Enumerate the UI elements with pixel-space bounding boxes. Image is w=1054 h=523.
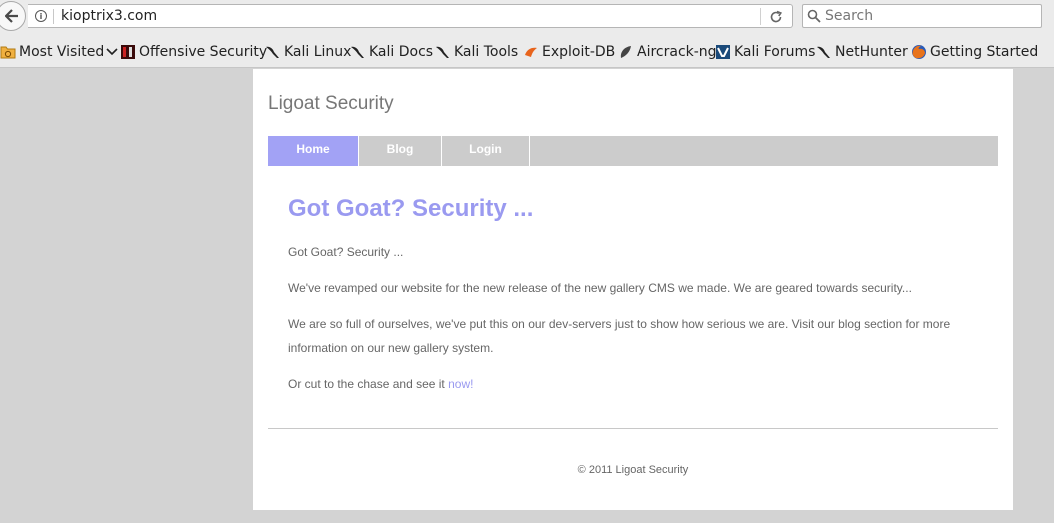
bookmarks-toolbar: Most Visited Offensive Security Kali Lin…: [0, 34, 1054, 68]
footer-divider: [268, 428, 998, 429]
firefox-icon: [912, 45, 926, 59]
bookmark-kali-tools[interactable]: Kali Tools: [435, 42, 518, 62]
folder-icon: [0, 46, 16, 59]
bookmark-label: NetHunter: [835, 44, 908, 60]
url-bar-separator-right: [760, 8, 761, 25]
bookmark-exploit-db[interactable]: Exploit-DB: [523, 42, 615, 62]
search-icon: [807, 9, 821, 23]
bookmark-label: Exploit-DB: [542, 44, 616, 60]
page-container: Ligoat Security Home Blog Login Got Goat…: [253, 69, 1013, 510]
browser-navbar: i kioptrix3.com: [0, 0, 1054, 34]
url-text[interactable]: kioptrix3.com: [61, 8, 157, 24]
kali-dragon-icon: [436, 46, 449, 58]
bookmark-nethunter[interactable]: NetHunter: [816, 42, 908, 62]
back-arrow-icon: [5, 9, 18, 23]
paragraph-revamp: We've revamped our website for the new r…: [288, 281, 912, 295]
paragraph-intro: Got Goat? Security ...: [288, 245, 404, 259]
bookmark-label: Getting Started: [930, 44, 1039, 60]
back-button[interactable]: [0, 1, 26, 31]
chevron-down-icon: [106, 48, 118, 56]
bookmark-label: Kali Docs: [369, 44, 434, 60]
bookmark-kali-docs[interactable]: Kali Docs: [350, 42, 433, 62]
bookmark-label: Kali Forums: [734, 44, 816, 60]
footer-copyright: © 2011 Ligoat Security: [577, 464, 689, 476]
kali-dragon-icon: [351, 46, 364, 58]
kali-forums-icon: [716, 45, 730, 59]
url-bar-separator: [53, 9, 54, 24]
bookmark-label: Most Visited: [19, 44, 105, 60]
search-bar[interactable]: [802, 4, 1042, 28]
site-title: Ligoat Security: [268, 93, 394, 114]
bookmark-offensive-security[interactable]: Offensive Security: [120, 42, 267, 62]
bookmark-getting-started[interactable]: Getting Started: [911, 42, 1038, 62]
bookmark-most-visited[interactable]: Most Visited: [0, 42, 118, 62]
bookmark-label: Kali Tools: [454, 44, 519, 60]
aircrack-icon: [620, 46, 631, 58]
url-bar[interactable]: i kioptrix3.com: [28, 4, 793, 28]
cta-text: Or cut to the chase and see it: [288, 377, 449, 391]
paragraph-cta: Or cut to the chase and see it now!: [288, 372, 978, 396]
tab-blog[interactable]: Blog: [359, 136, 442, 166]
bookmark-kali-linux[interactable]: Kali Linux: [265, 42, 351, 62]
search-input[interactable]: [825, 6, 1025, 26]
bookmark-label: Aircrack-ng: [637, 44, 717, 60]
main-nav: Home Blog Login: [268, 136, 998, 166]
offensive-security-icon: [121, 45, 135, 59]
tab-login[interactable]: Login: [442, 136, 530, 166]
bookmark-kali-forums[interactable]: Kali Forums: [715, 42, 815, 62]
tab-home[interactable]: Home: [268, 136, 359, 166]
site-info-icon[interactable]: i: [35, 10, 47, 22]
now-link[interactable]: now!: [448, 377, 473, 391]
content-heading: Got Goat? Security ...: [288, 195, 534, 222]
bookmark-aircrack-ng[interactable]: Aircrack-ng: [618, 42, 717, 62]
kali-dragon-icon: [266, 46, 279, 58]
exploit-db-icon: [525, 47, 537, 57]
bookmark-label: Offensive Security: [139, 44, 268, 60]
kali-dragon-icon: [817, 46, 830, 58]
reload-icon[interactable]: [769, 10, 783, 24]
paragraph-dev-servers: We are so full of ourselves, we've put t…: [288, 317, 951, 355]
bookmark-label: Kali Linux: [284, 44, 352, 60]
